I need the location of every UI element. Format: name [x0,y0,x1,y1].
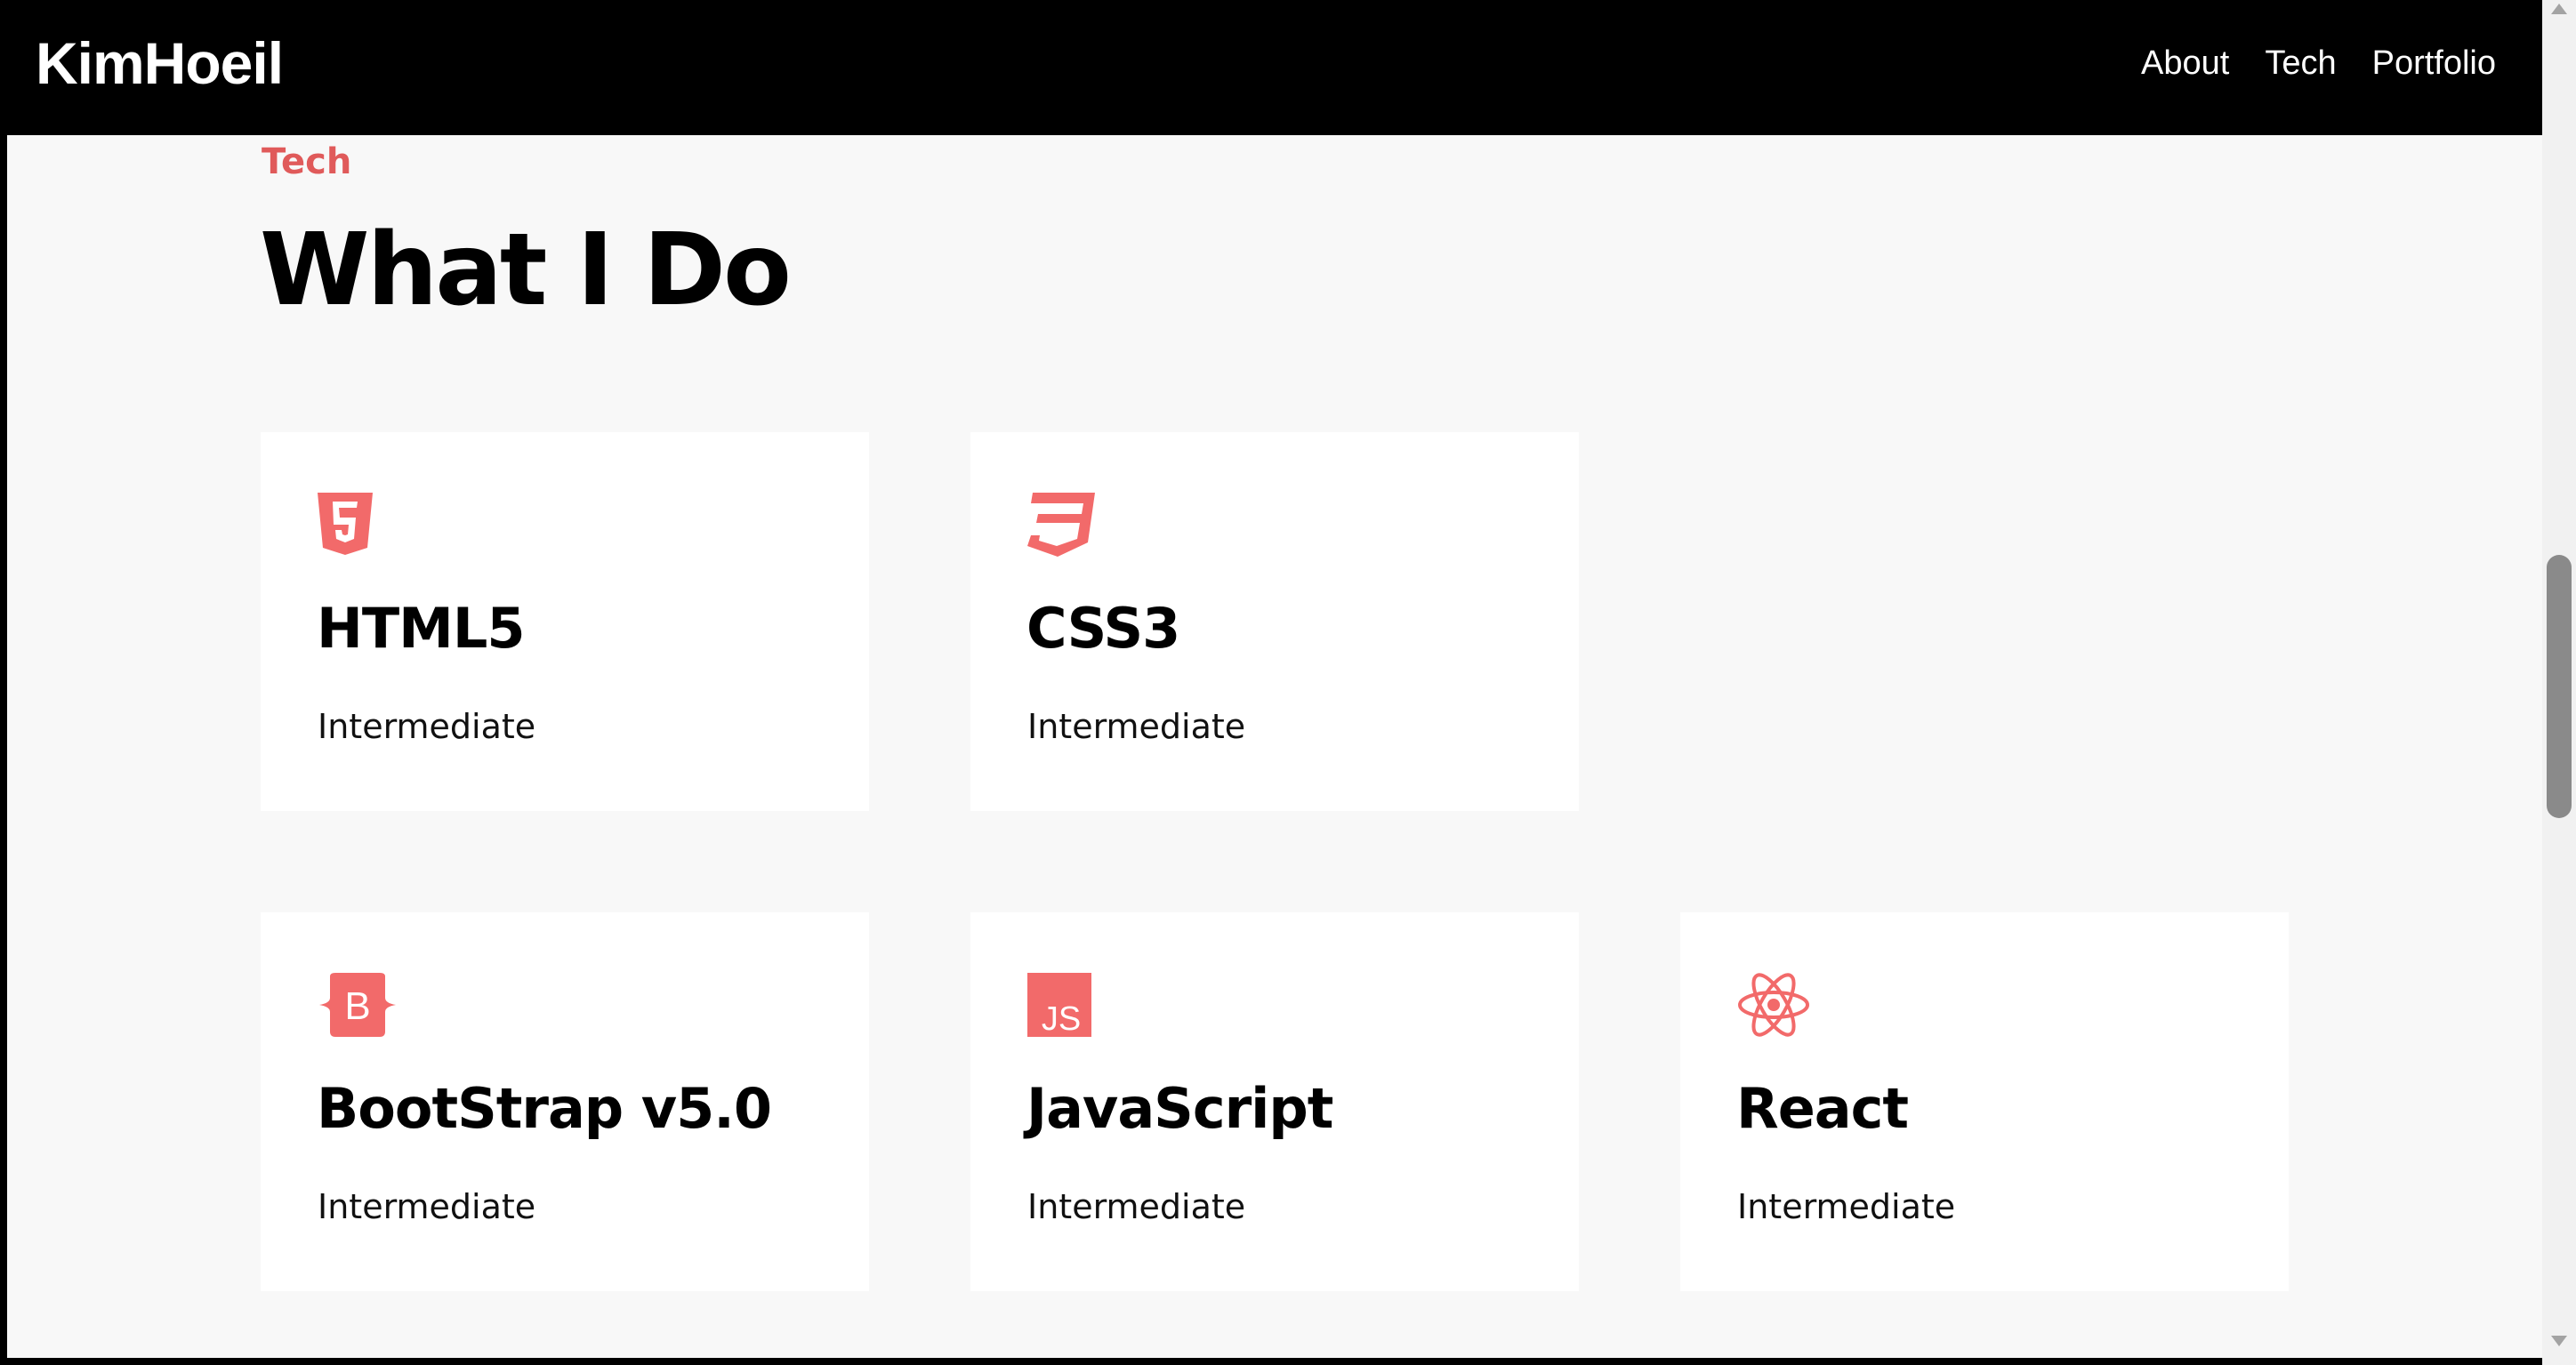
skill-card-bootstrap: B BootStrap v5.0 Intermediate [261,912,869,1291]
skill-level: Intermediate [1737,1187,1956,1226]
tech-section: Tech What I Do HTML5 Intermediate CSS3 I… [7,135,2542,1358]
skill-name: React [1736,1076,1909,1141]
brand-logo[interactable]: KimHoeil [36,34,284,92]
skill-level: Intermediate [1027,707,1246,746]
react-icon [1737,973,1817,1037]
bootstrap-icon: B [318,973,398,1037]
scroll-down-arrow-icon[interactable] [2551,1336,2567,1346]
nav-link-portfolio[interactable]: Portfolio [2372,46,2496,80]
nav-link-tech[interactable]: Tech [2265,46,2336,80]
section-title: What I Do [260,213,792,328]
skill-card-html5: HTML5 Intermediate [261,432,869,811]
skill-level: Intermediate [1027,1187,1246,1226]
browser-viewport: KimHoeil About Tech Portfolio Tech What … [0,0,2576,1365]
skill-name: CSS3 [1026,596,1180,661]
skill-card-css3: CSS3 Intermediate [970,432,1579,811]
nav-link-about[interactable]: About [2141,46,2229,80]
skill-card-javascript: JS JavaScript Intermediate [970,912,1579,1291]
skill-level: Intermediate [318,1187,536,1226]
skill-name: BootStrap v5.0 [317,1076,772,1141]
javascript-icon: JS [1027,973,1107,1038]
css3-icon [1027,493,1107,557]
section-label: Tech [262,141,352,182]
navbar: KimHoeil About Tech Portfolio [0,0,2542,135]
svg-text:JS: JS [1042,1000,1081,1037]
skill-name: JavaScript [1026,1076,1333,1141]
vertical-scrollbar[interactable] [2542,0,2576,1365]
skill-name: HTML5 [317,596,526,661]
scroll-up-arrow-icon[interactable] [2551,4,2567,14]
scrollbar-thumb[interactable] [2547,555,2572,818]
html5-icon [318,493,398,557]
svg-text:B: B [344,984,370,1028]
skill-level: Intermediate [318,707,536,746]
nav-links: About Tech Portfolio [2141,46,2496,80]
skill-card-react: React Intermediate [1680,912,2289,1291]
